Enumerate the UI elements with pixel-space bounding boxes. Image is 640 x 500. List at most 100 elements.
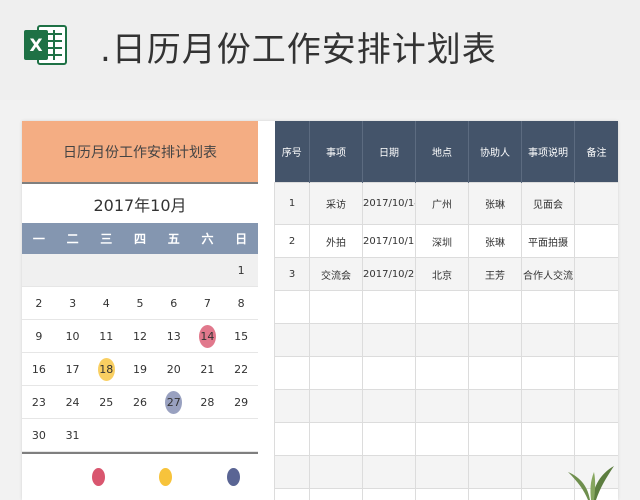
calendar-day[interactable]: [89, 254, 124, 287]
table-cell[interactable]: [468, 389, 522, 423]
calendar-day[interactable]: 29: [224, 386, 258, 419]
table-cell[interactable]: [521, 389, 575, 423]
calendar-day[interactable]: 4: [89, 287, 124, 320]
table-cell[interactable]: [274, 422, 310, 456]
calendar-day[interactable]: 31: [55, 419, 90, 452]
table-cell[interactable]: 合作人交流: [521, 257, 575, 291]
table-cell[interactable]: [274, 389, 310, 423]
table-cell[interactable]: [574, 422, 618, 456]
calendar-day[interactable]: 3: [55, 287, 90, 320]
calendar-day[interactable]: 23: [22, 386, 56, 419]
table-cell[interactable]: [274, 455, 310, 489]
table-cell[interactable]: [309, 422, 363, 456]
calendar-day[interactable]: 9: [22, 320, 56, 353]
table-cell[interactable]: [362, 389, 416, 423]
table-cell[interactable]: [468, 356, 522, 390]
table-cell[interactable]: 3: [274, 257, 310, 291]
calendar-day[interactable]: [190, 254, 225, 287]
calendar-day[interactable]: 2: [22, 287, 56, 320]
table-cell[interactable]: 深圳: [415, 224, 469, 258]
calendar-day[interactable]: 27: [156, 386, 191, 419]
calendar-day[interactable]: 10: [55, 320, 90, 353]
table-cell[interactable]: [468, 488, 522, 500]
table-cell[interactable]: [574, 257, 618, 291]
table-cell[interactable]: 交流会: [309, 257, 363, 291]
calendar-day[interactable]: 12: [123, 320, 157, 353]
calendar-day[interactable]: 11: [89, 320, 124, 353]
table-cell[interactable]: [574, 224, 618, 258]
table-cell[interactable]: [274, 323, 310, 357]
table-cell[interactable]: [415, 290, 469, 324]
table-cell[interactable]: [274, 290, 310, 324]
table-cell[interactable]: [468, 455, 522, 489]
table-cell[interactable]: [362, 455, 416, 489]
table-cell[interactable]: 平面拍摄: [521, 224, 575, 258]
table-cell[interactable]: [309, 488, 363, 500]
calendar-day[interactable]: 19: [123, 353, 157, 386]
table-cell[interactable]: 2: [274, 224, 310, 258]
table-cell[interactable]: [521, 422, 575, 456]
table-cell[interactable]: 2017/10/27: [362, 257, 416, 291]
calendar-day[interactable]: [89, 419, 124, 452]
table-cell[interactable]: [468, 290, 522, 324]
table-cell[interactable]: [415, 455, 469, 489]
calendar-day[interactable]: [156, 254, 191, 287]
table-cell[interactable]: [574, 389, 618, 423]
table-cell[interactable]: 2017/10/18: [362, 224, 416, 258]
calendar-day[interactable]: [224, 419, 258, 452]
table-cell[interactable]: [362, 323, 416, 357]
calendar-day[interactable]: 20: [156, 353, 191, 386]
table-cell[interactable]: 张琳: [468, 224, 522, 258]
calendar-day[interactable]: [123, 254, 157, 287]
table-cell[interactable]: 1: [274, 182, 310, 225]
calendar-day[interactable]: 24: [55, 386, 90, 419]
table-cell[interactable]: [521, 323, 575, 357]
table-cell[interactable]: [415, 389, 469, 423]
calendar-day[interactable]: 30: [22, 419, 56, 452]
table-cell[interactable]: [309, 389, 363, 423]
table-cell[interactable]: [274, 488, 310, 500]
table-cell[interactable]: [415, 356, 469, 390]
calendar-day[interactable]: 1: [224, 254, 258, 287]
table-cell[interactable]: [309, 290, 363, 324]
table-cell[interactable]: 2017/10/14: [362, 182, 416, 225]
table-cell[interactable]: [274, 356, 310, 390]
table-cell[interactable]: 广州: [415, 182, 469, 225]
calendar-day[interactable]: 25: [89, 386, 124, 419]
calendar-day[interactable]: 14: [190, 320, 225, 353]
table-cell[interactable]: 见面会: [521, 182, 575, 225]
calendar-day[interactable]: [22, 254, 56, 287]
calendar-day[interactable]: 22: [224, 353, 258, 386]
table-cell[interactable]: [309, 323, 363, 357]
table-cell[interactable]: [309, 356, 363, 390]
table-cell[interactable]: [574, 323, 618, 357]
table-cell[interactable]: 张琳: [468, 182, 522, 225]
calendar-day[interactable]: 28: [190, 386, 225, 419]
calendar-day[interactable]: 13: [156, 320, 191, 353]
table-cell[interactable]: [521, 356, 575, 390]
table-cell[interactable]: 北京: [415, 257, 469, 291]
table-cell[interactable]: [415, 422, 469, 456]
table-cell[interactable]: 采访: [309, 182, 363, 225]
table-cell[interactable]: [521, 290, 575, 324]
table-cell[interactable]: [574, 356, 618, 390]
table-cell[interactable]: [362, 422, 416, 456]
table-cell[interactable]: [362, 356, 416, 390]
calendar-day[interactable]: 6: [156, 287, 191, 320]
table-cell[interactable]: [309, 455, 363, 489]
table-cell[interactable]: [362, 290, 416, 324]
table-cell[interactable]: [415, 323, 469, 357]
table-cell[interactable]: [574, 182, 618, 225]
calendar-day[interactable]: [190, 419, 225, 452]
calendar-day[interactable]: 5: [123, 287, 157, 320]
table-cell[interactable]: 王芳: [468, 257, 522, 291]
calendar-day[interactable]: 16: [22, 353, 56, 386]
calendar-day[interactable]: [156, 419, 191, 452]
calendar-day[interactable]: [55, 254, 90, 287]
table-cell[interactable]: 外拍: [309, 224, 363, 258]
calendar-day[interactable]: 15: [224, 320, 258, 353]
calendar-day[interactable]: 7: [190, 287, 225, 320]
calendar-day[interactable]: 17: [55, 353, 90, 386]
table-cell[interactable]: [362, 488, 416, 500]
calendar-day[interactable]: [123, 419, 157, 452]
